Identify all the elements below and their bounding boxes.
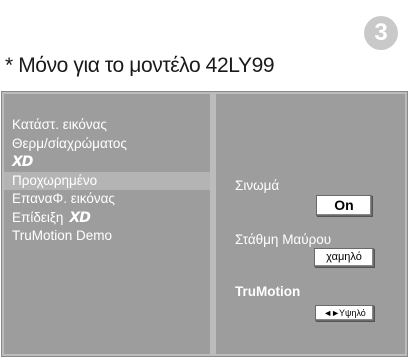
menu-item-xd[interactable]: XD <box>4 153 210 172</box>
menu-item-label: Θερμ/σίαχρώματος <box>12 135 127 151</box>
cinema-label: Σινωμά <box>235 178 280 193</box>
cinema-value-field[interactable]: On <box>316 195 372 216</box>
advanced-settings-panel: Σινωμά On Στάθμη Μαύρου χαμηλό TruMotion… <box>216 94 405 354</box>
trumotion-value-field[interactable]: ◄►Υψηλό <box>315 305 374 321</box>
left-right-arrows-icon: ◄► <box>323 308 340 318</box>
black-level-label: Στάθμη Μαύρου <box>235 232 332 247</box>
xd-logo-icon: XD <box>69 209 90 226</box>
menu-item-label: Προχωρημένο <box>12 172 98 188</box>
menu-item-trumotion-demo[interactable]: TruMotion Demo <box>4 227 210 246</box>
trumotion-value-text: Υψηλό <box>339 308 366 318</box>
menu-item-label: Κατάστ. εικόνας <box>12 117 107 132</box>
black-level-value-field[interactable]: χαμηλό <box>314 248 374 267</box>
menu-item-label: TruMotion Demo <box>12 228 113 243</box>
step-number-badge: 3 <box>364 16 398 50</box>
picture-menu-list: Κατάστ. εικόνας Θερμ/σίαχρώματος XD Προχ… <box>4 94 210 354</box>
menu-item-picture-mode[interactable]: Κατάστ. εικόνας <box>4 116 210 135</box>
menu-item-label: Επίδειξη <box>12 209 64 225</box>
menu-item-label: ΕπαναΦ. εικόνας <box>12 191 115 206</box>
menu-item-picture-reset[interactable]: ΕπαναΦ. εικόνας <box>4 190 210 209</box>
osd-menu-panel: Κατάστ. εικόνας Θερμ/σίαχρώματος XD Προχ… <box>1 91 408 357</box>
menu-item-xd-demo[interactable]: Επίδειξη XD <box>4 209 210 228</box>
menu-item-advanced[interactable]: Προχωρημένο <box>4 171 210 190</box>
trumotion-label: TruMotion <box>235 284 301 299</box>
model-note: * Μόνο για το μοντέλο 42LY99 <box>5 54 275 77</box>
xd-logo-icon: XD <box>12 154 33 170</box>
menu-item-color-temperature[interactable]: Θερμ/σίαχρώματος <box>4 135 210 154</box>
